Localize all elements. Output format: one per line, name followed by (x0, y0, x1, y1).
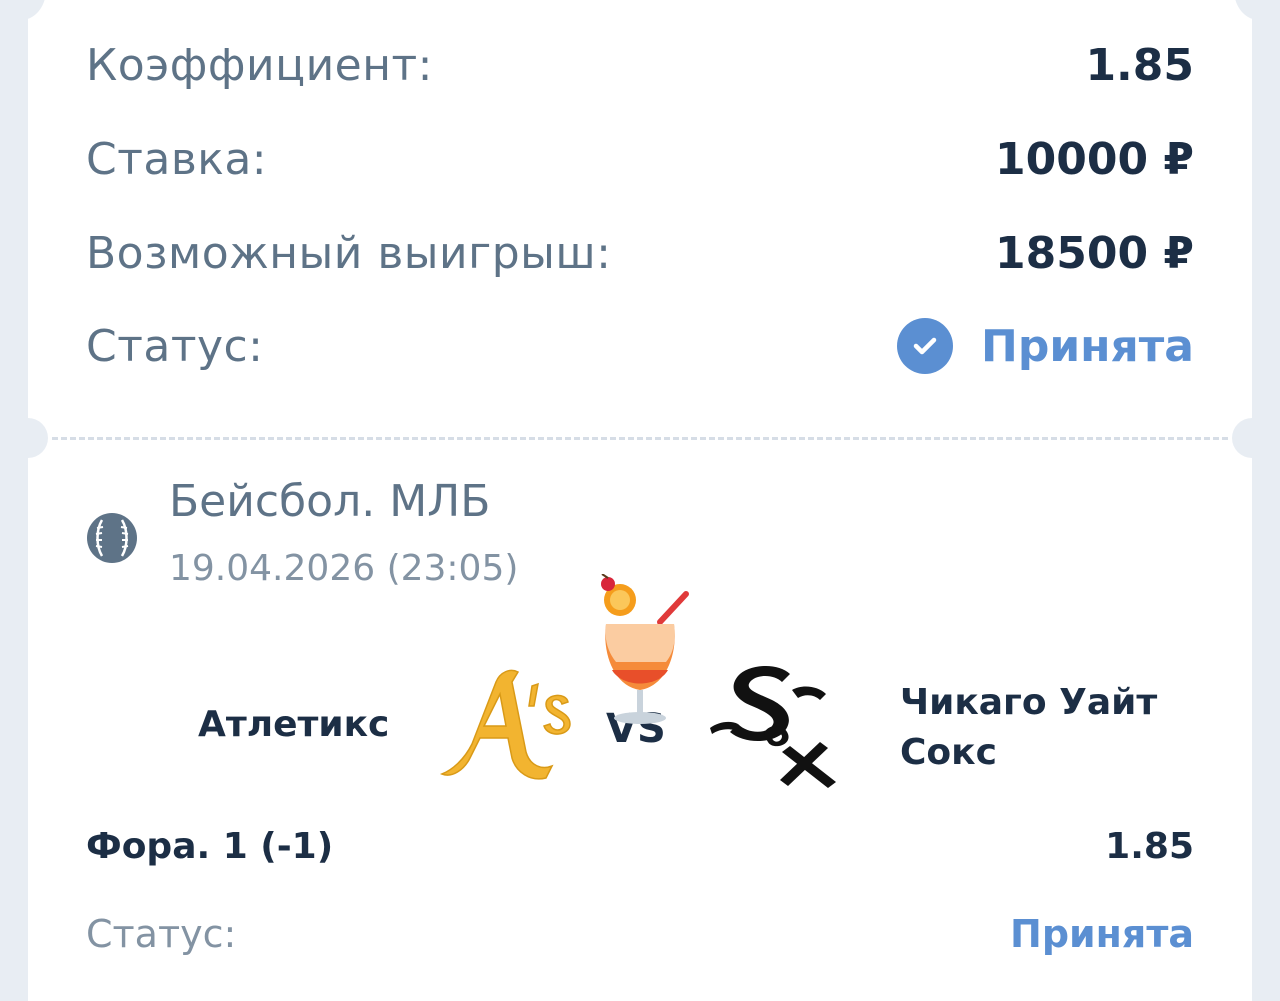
away-team-name: Чикаго Уайт Сокс (900, 682, 1158, 773)
bet-selection-row: Фора. 1 (-1) 1.85 (86, 826, 1194, 867)
athletics-logo (439, 669, 571, 780)
status-value: Принята (981, 320, 1194, 372)
event-datetime: 19.04.2026 (23:05) (169, 548, 519, 589)
bet-ticket: Коэффициент: 1.85 Ставка: 10000 ₽ Возмож… (28, 0, 1252, 1001)
win-label: Возможный выигрыш: (86, 228, 612, 279)
league-name: Бейсбол. МЛБ (169, 476, 491, 527)
status-value-wrap: Принята (897, 318, 1194, 374)
stake-label: Ставка: (86, 134, 268, 185)
bet-odds: 1.85 (1105, 826, 1194, 867)
bet-type: Фора. 1 (-1) (86, 826, 334, 867)
ticket-notch-left (28, 418, 48, 458)
event-status-row: Статус: Принята (86, 912, 1194, 956)
event-status-label: Статус: (86, 912, 237, 956)
win-value: 18500 ₽ (994, 228, 1194, 279)
odds-value: 1.85 (1085, 40, 1194, 91)
white-sox-logo (710, 665, 836, 788)
status-row: Статус: Принята (86, 318, 1194, 374)
status-label: Статус: (86, 320, 264, 372)
stake-value: 10000 ₽ (994, 134, 1194, 185)
baseball-icon (87, 513, 137, 563)
odds-row: Коэффициент: 1.85 (86, 40, 1194, 91)
dashed-divider (52, 437, 1228, 440)
stake-row: Ставка: 10000 ₽ (86, 134, 1194, 185)
event-status-value: Принята (1010, 912, 1194, 956)
win-row: Возможный выигрыш: 18500 ₽ (86, 228, 1194, 279)
home-team-name: Атлетикс (198, 704, 390, 745)
check-circle-icon (897, 318, 953, 374)
cocktail-emoji (601, 574, 689, 724)
ticket-notch-right (1232, 418, 1252, 458)
odds-label: Коэффициент: (86, 40, 433, 91)
